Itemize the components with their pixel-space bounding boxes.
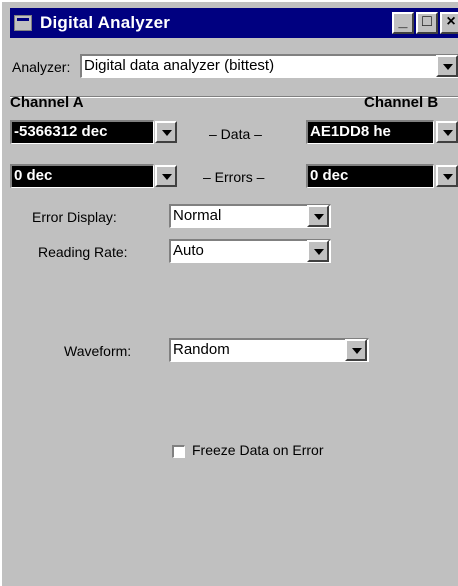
error-display-label: Error Display: (32, 209, 117, 225)
channel-a-errors-display[interactable]: 0 dec (10, 164, 154, 188)
error-display-dropdown-button[interactable] (307, 205, 329, 227)
freeze-data-label[interactable]: Freeze Data on Error (192, 442, 324, 458)
waveform-select[interactable]: Random (169, 338, 369, 362)
channel-a-data-display[interactable]: -5366312 dec (10, 120, 154, 144)
waveform-dropdown-button[interactable] (345, 339, 367, 361)
channel-b-errors-display[interactable]: 0 dec (306, 164, 434, 188)
analyzer-dropdown-button[interactable] (436, 55, 458, 77)
channel-a-errors-format-dropdown[interactable] (155, 165, 177, 187)
channel-a-data-format-dropdown[interactable] (155, 121, 177, 143)
title-bar[interactable]: Digital Analyzer _ □ × (10, 8, 458, 38)
channel-a-label: Channel A (10, 94, 84, 111)
channel-b-label: Channel B (364, 94, 439, 111)
maximize-button[interactable]: □ (416, 12, 438, 34)
channel-b-errors-format-dropdown[interactable] (436, 165, 458, 187)
close-button[interactable]: × (440, 12, 458, 34)
freeze-data-checkbox[interactable] (172, 445, 185, 458)
reading-rate-label: Reading Rate: (38, 244, 128, 260)
digital-analyzer-window: Digital Analyzer _ □ × Analyzer: Digital… (0, 0, 458, 586)
window-menu-icon[interactable] (14, 15, 32, 31)
channel-b-data-display[interactable]: AE1DD8 he (306, 120, 434, 144)
channel-b-data-format-dropdown[interactable] (436, 121, 458, 143)
errors-row-label: – Errors – (203, 169, 265, 185)
data-row-label: – Data – (209, 126, 262, 142)
analyzer-label: Analyzer: (12, 59, 71, 75)
window-title: Digital Analyzer (40, 13, 171, 32)
minimize-button[interactable]: _ (392, 12, 414, 34)
analyzer-select[interactable]: Digital data analyzer (bittest) (80, 54, 458, 78)
waveform-label: Waveform: (64, 343, 132, 359)
reading-rate-dropdown-button[interactable] (307, 240, 329, 262)
